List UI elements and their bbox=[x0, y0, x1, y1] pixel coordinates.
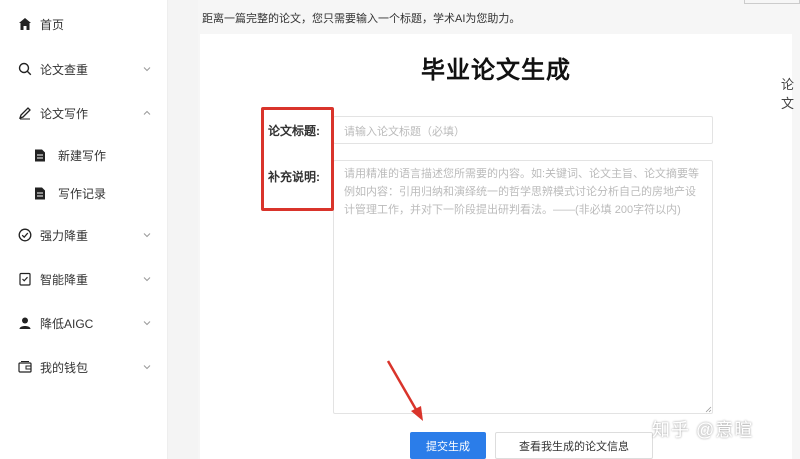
sidebar-item-label: 论文查重 bbox=[40, 62, 89, 77]
user-icon bbox=[18, 316, 32, 330]
sidebar-item-paper-writing[interactable]: 论文写作 bbox=[0, 93, 168, 133]
home-icon bbox=[18, 17, 32, 31]
sidebar-item-new-writing[interactable]: 新建写作 bbox=[0, 135, 168, 175]
checklist-icon bbox=[18, 272, 32, 286]
sidebar-item-writing-history[interactable]: 写作记录 bbox=[0, 173, 168, 213]
sidebar-item-label: 新建写作 bbox=[58, 148, 107, 163]
chevron-down-icon bbox=[143, 277, 151, 282]
view-my-papers-button[interactable]: 查看我生成的论文信息 bbox=[495, 432, 653, 459]
sidebar-item-label: 首页 bbox=[40, 17, 65, 32]
chevron-down-icon bbox=[143, 321, 151, 326]
watermark: 知乎 @意暄 bbox=[652, 420, 754, 440]
title-input[interactable]: 请输入论文标题（必填） bbox=[333, 116, 713, 144]
sidebar-item-label: 论文写作 bbox=[40, 106, 89, 121]
annotation-highlight-box bbox=[261, 107, 334, 211]
check-circle-icon bbox=[18, 228, 32, 242]
sidebar-item-smart-rewrite[interactable]: 智能降重 bbox=[0, 259, 168, 299]
sidebar-item-plagiarism-check[interactable]: 论文查重 bbox=[0, 49, 168, 89]
document-icon bbox=[33, 148, 47, 162]
sidebar: 首页 论文查重 论文写作 新建写作 写作记录 强力降重 智能降重 降低AIGC … bbox=[0, 0, 168, 459]
sidebar-item-wallet[interactable]: 我的钱包 bbox=[0, 347, 168, 387]
top-right-button-edge bbox=[744, 0, 800, 4]
chevron-up-icon bbox=[143, 110, 151, 115]
sidebar-item-label: 强力降重 bbox=[40, 228, 89, 243]
sidebar-item-label: 我的钱包 bbox=[40, 360, 89, 375]
page-title: 毕业论文生成 bbox=[421, 57, 571, 84]
pen-icon bbox=[18, 106, 32, 120]
sidebar-item-label: 降低AIGC bbox=[40, 316, 94, 331]
sidebar-gutter bbox=[168, 0, 198, 459]
search-icon bbox=[18, 62, 32, 76]
submit-generate-button[interactable]: 提交生成 bbox=[410, 432, 486, 459]
resize-handle-icon[interactable] bbox=[704, 405, 712, 413]
sidebar-item-label: 写作记录 bbox=[58, 186, 107, 201]
sidebar-item-label: 智能降重 bbox=[40, 272, 89, 287]
wallet-icon bbox=[18, 360, 32, 374]
chevron-down-icon bbox=[143, 233, 151, 238]
sidebar-item-strong-rewrite[interactable]: 强力降重 bbox=[0, 215, 168, 255]
chevron-down-icon bbox=[143, 365, 151, 370]
notice-text: 距离一篇完整的论文，您只需要输入一个标题，学术AI为您助力。 bbox=[202, 13, 521, 25]
sidebar-item-reduce-aigc[interactable]: 降低AIGC bbox=[0, 303, 168, 343]
chevron-down-icon bbox=[143, 67, 151, 72]
annotation-arrow bbox=[386, 360, 423, 421]
document-icon bbox=[33, 186, 47, 200]
sidebar-item-home[interactable]: 首页 bbox=[0, 4, 168, 44]
